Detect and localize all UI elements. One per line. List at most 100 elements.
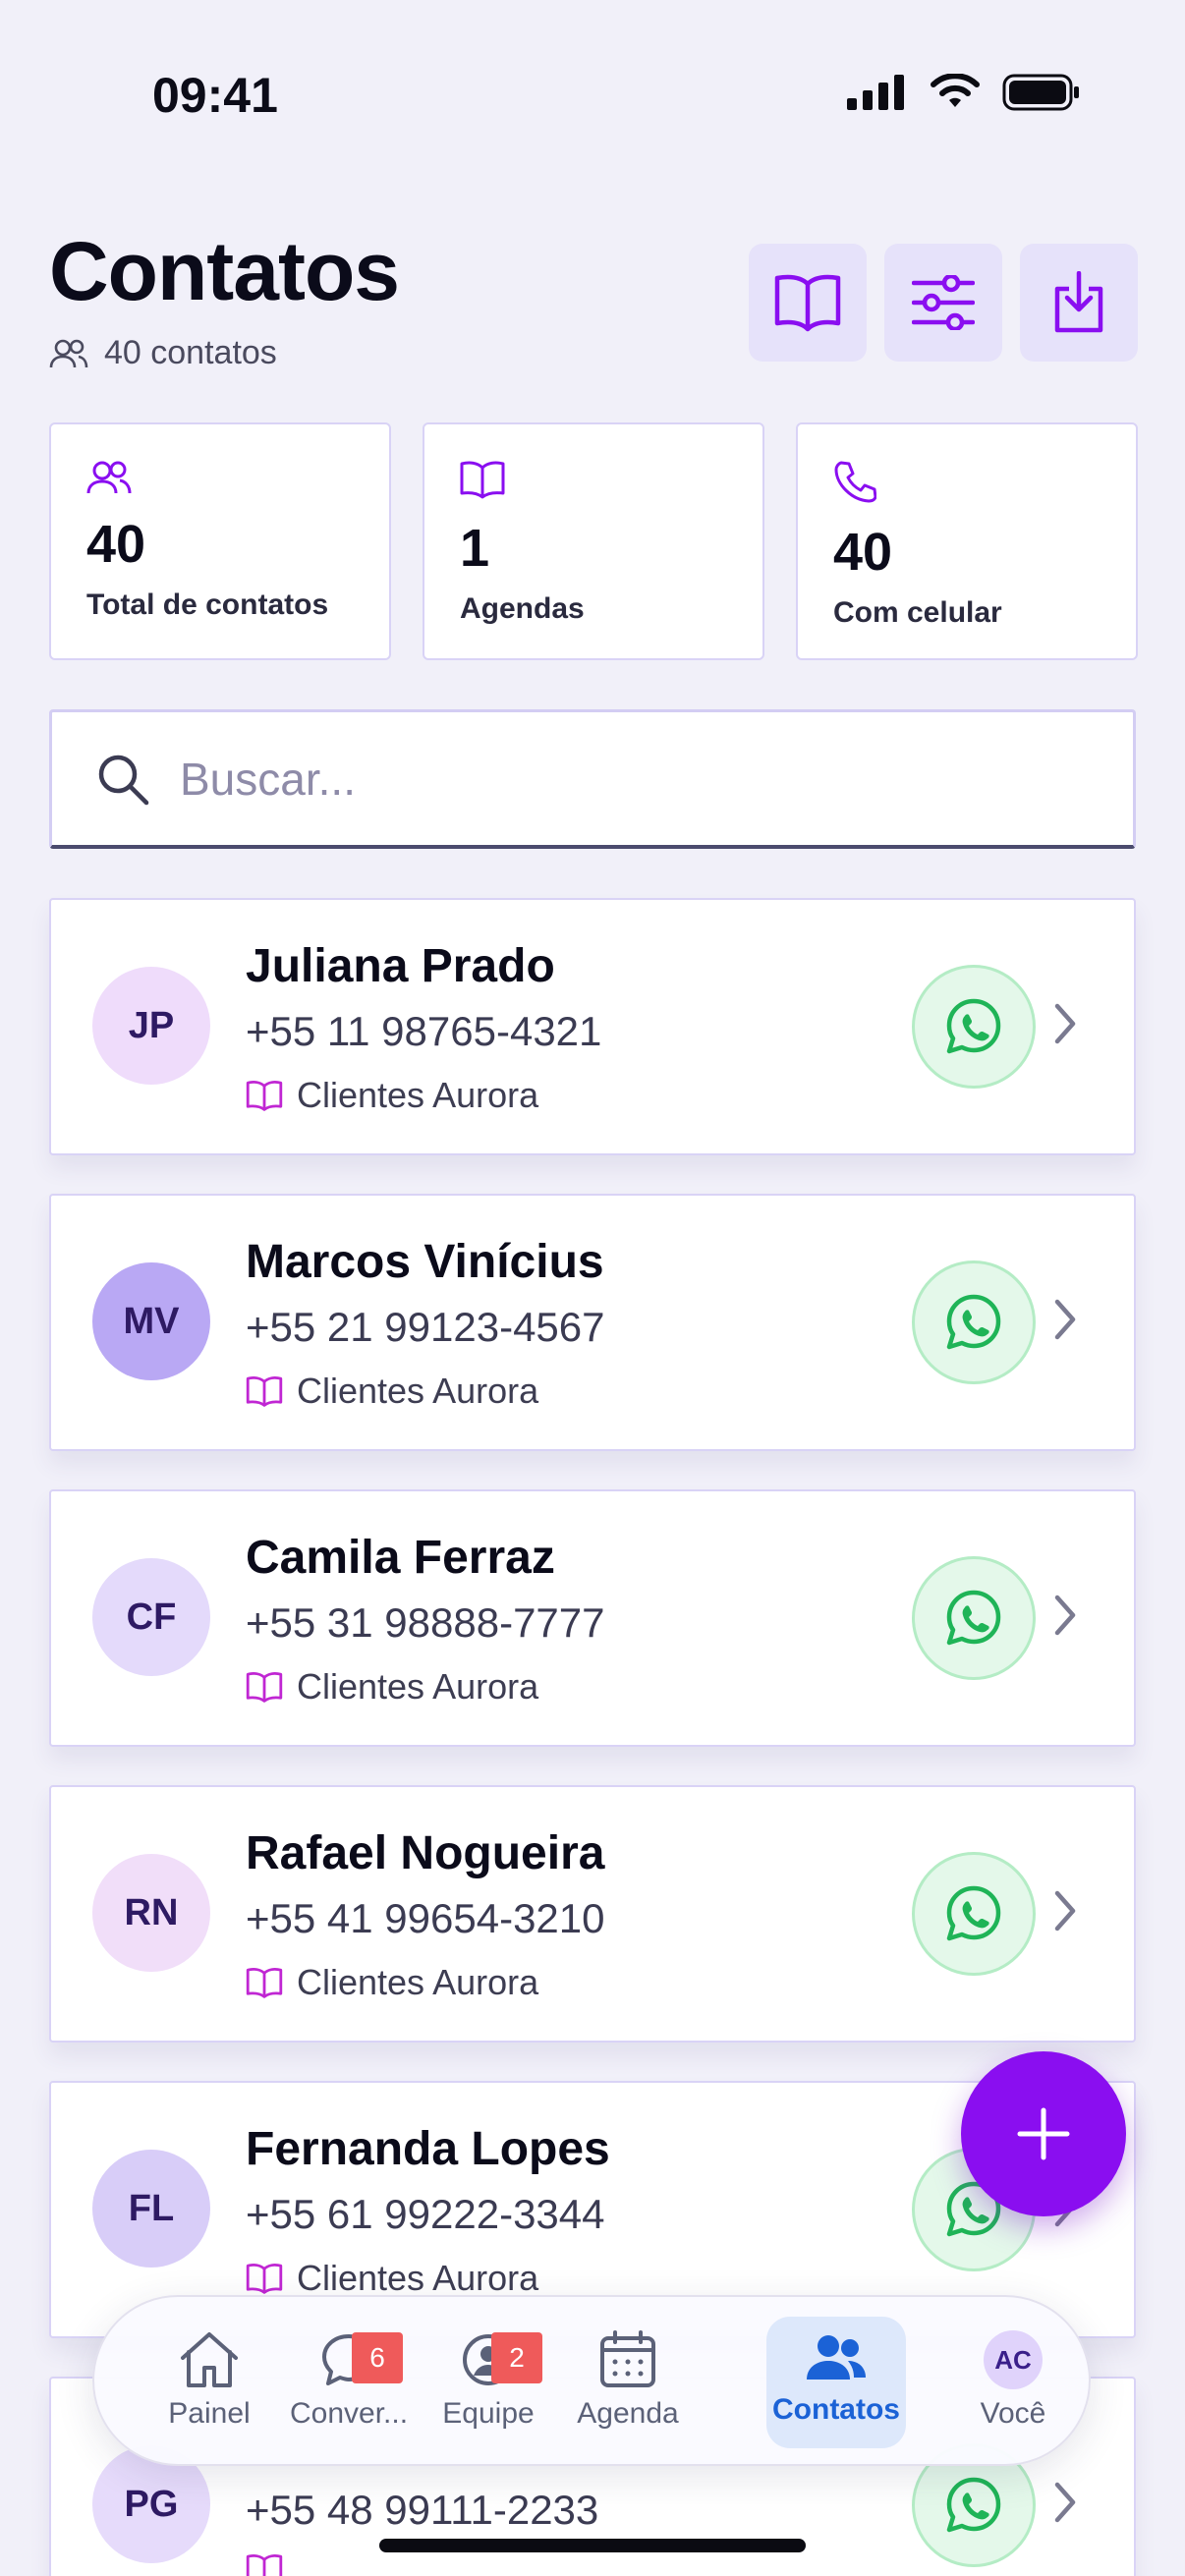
chevron-right-icon	[1054, 1003, 1076, 1044]
tab-label: Conver...	[289, 2397, 409, 2430]
avatar: CF	[92, 1558, 210, 1676]
avatar: FL	[92, 2150, 210, 2268]
users-icon	[49, 339, 88, 367]
contact-card[interactable]: JP Juliana Prado +55 11 98765-4321 Clien…	[49, 898, 1136, 1155]
chevron-right-icon	[1054, 1299, 1076, 1340]
contact-agenda: Clientes Aurora	[246, 1962, 538, 2003]
contact-agenda-label: Clientes Aurora	[297, 1962, 539, 2002]
contact-phone: +55 21 99123-4567	[246, 1304, 605, 1350]
tab-voce[interactable]: AC Você	[943, 2317, 1083, 2448]
contact-count-label: 40 contatos	[104, 334, 277, 371]
contact-card[interactable]: RN Rafael Nogueira +55 41 99654-3210 Cli…	[49, 1785, 1136, 2043]
tab-contatos[interactable]: Contatos	[766, 2317, 906, 2448]
stat-card-agendas: 1 Agendas	[423, 422, 764, 660]
notification-badge: 2	[491, 2332, 542, 2383]
contacts-icon	[807, 2335, 866, 2380]
avatar-initials: CF	[126, 1596, 177, 1638]
signal-icon	[847, 75, 904, 110]
book-open-icon	[246, 2554, 283, 2576]
search-placeholder: Buscar...	[180, 753, 356, 805]
chevron-right-icon	[1054, 1890, 1076, 1932]
tab-label: Equipe	[442, 2397, 535, 2430]
contact-agenda-label: Clientes Aurora	[297, 1075, 539, 1115]
battery-icon	[1002, 74, 1079, 111]
contact-agenda: Clientes Aurora	[246, 2258, 538, 2299]
tab-bar: Painel Conver... 6 Equipe 2 Agenda Conta…	[92, 2295, 1091, 2466]
contact-agenda: Clientes Aurora	[246, 1666, 538, 1708]
whatsapp-icon	[946, 1590, 1001, 1646]
whatsapp-button[interactable]	[912, 965, 1036, 1089]
book-open-icon	[460, 461, 505, 499]
tab-painel[interactable]: Painel	[140, 2317, 279, 2448]
wifi-icon	[931, 74, 980, 107]
tab-label: Você	[980, 2397, 1046, 2430]
contact-name: Juliana Prado	[246, 940, 555, 992]
tab-label: Painel	[168, 2397, 251, 2430]
phone-icon	[834, 461, 877, 503]
contact-phone: +55 41 99654-3210	[246, 1895, 605, 1941]
contact-agenda: Clientes Aurora	[246, 1371, 538, 1412]
tab-label: Agenda	[577, 2397, 679, 2430]
add-contact-button[interactable]	[961, 2051, 1126, 2216]
whatsapp-button[interactable]	[912, 1260, 1036, 1384]
filters-button[interactable]	[884, 244, 1002, 362]
stat-label: Agendas	[460, 592, 585, 625]
whatsapp-button[interactable]	[912, 1556, 1036, 1680]
avatar: AC	[984, 2330, 1043, 2389]
contact-name: Fernanda Lopes	[246, 2123, 610, 2175]
contact-name: Rafael Nogueira	[246, 1827, 605, 1879]
tab-agenda[interactable]: Agenda	[558, 2317, 698, 2448]
import-button[interactable]	[1020, 244, 1138, 362]
unread-badge: 6	[352, 2332, 403, 2383]
tab-conversas[interactable]: Conver... 6	[279, 2317, 419, 2448]
contact-phone: +55 11 98765-4321	[246, 1008, 602, 1054]
stat-value: 40	[833, 523, 893, 582]
whatsapp-icon	[946, 998, 1001, 1054]
contact-name: Camila Ferraz	[246, 1532, 555, 1584]
stat-card-mobile: 40 Com celular	[796, 422, 1138, 660]
book-open-icon	[246, 1376, 283, 1407]
tab-label: Contatos	[772, 2393, 900, 2426]
contact-agenda	[246, 2553, 297, 2576]
avatar-initials: JP	[128, 1004, 175, 1046]
home-indicator	[379, 2539, 806, 2552]
contact-name: Marcos Vinícius	[246, 1236, 604, 1288]
users-icon	[86, 461, 132, 494]
contact-agenda-label: Clientes Aurora	[297, 1371, 539, 1411]
whatsapp-icon	[946, 1885, 1001, 1941]
contact-phone: +55 61 99222-3344	[246, 2191, 605, 2237]
whatsapp-button[interactable]	[912, 1852, 1036, 1976]
avatar-initials: RN	[124, 1891, 179, 1933]
contact-card[interactable]: MV Marcos Vinícius +55 21 99123-4567 Cli…	[49, 1194, 1136, 1451]
stat-label: Com celular	[833, 596, 1002, 629]
whatsapp-icon	[946, 1294, 1001, 1350]
contact-count: 40 contatos	[49, 334, 277, 372]
avatar: JP	[92, 967, 210, 1085]
chevron-right-icon	[1054, 1595, 1076, 1636]
search-icon	[98, 755, 149, 805]
avatar-initials: MV	[123, 1300, 180, 1342]
home-icon	[181, 2332, 238, 2387]
calendar-icon	[600, 2330, 655, 2387]
book-open-icon	[246, 2264, 283, 2294]
status-time: 09:41	[152, 68, 278, 123]
contact-phone: +55 48 99111-2233	[246, 2487, 599, 2533]
search-input[interactable]: Buscar...	[49, 709, 1136, 849]
contact-card[interactable]: CF Camila Ferraz +55 31 98888-7777 Clien…	[49, 1489, 1136, 1747]
book-open-icon	[246, 1672, 283, 1703]
chevron-right-icon	[1054, 2482, 1076, 2523]
stat-card-total: 40 Total de contatos	[49, 422, 391, 660]
status-icons	[847, 73, 1081, 112]
stat-value: 40	[86, 515, 146, 574]
agendas-button[interactable]	[749, 244, 867, 362]
contact-agenda-label: Clientes Aurora	[297, 1666, 539, 1707]
contact-agenda-label: Clientes Aurora	[297, 2258, 539, 2298]
stat-value: 1	[460, 519, 490, 578]
stat-label: Total de contatos	[86, 588, 329, 621]
tab-equipe[interactable]: Equipe 2	[419, 2317, 558, 2448]
avatar-initials: FL	[128, 2187, 175, 2229]
contact-agenda: Clientes Aurora	[246, 1075, 538, 1116]
book-open-icon	[774, 274, 841, 332]
book-open-icon	[246, 1968, 283, 1998]
book-open-icon	[246, 1081, 283, 1111]
